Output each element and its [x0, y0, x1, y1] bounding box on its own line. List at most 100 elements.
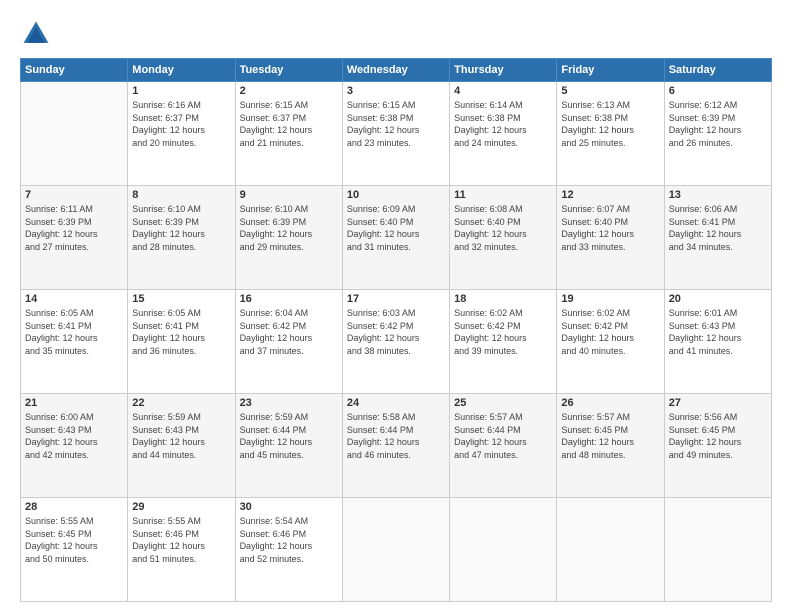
day-number: 19 [561, 293, 659, 305]
day-number: 29 [132, 501, 230, 513]
day-number: 14 [25, 293, 123, 305]
cell-content: Sunrise: 6:02 AM Sunset: 6:42 PM Dayligh… [561, 307, 659, 357]
cell-content: Sunrise: 6:00 AM Sunset: 6:43 PM Dayligh… [25, 411, 123, 461]
calendar-cell [450, 498, 557, 602]
week-row-4: 21 Sunrise: 6:00 AM Sunset: 6:43 PM Dayli… [21, 394, 772, 498]
calendar-cell: 2Sunrise: 6:15 AM Sunset: 6:37 PM Daylig… [235, 82, 342, 186]
day-header-monday: Monday [128, 59, 235, 82]
calendar-cell [557, 498, 664, 602]
cell-content: Sunrise: 5:58 AM Sunset: 6:44 PM Dayligh… [347, 411, 445, 461]
week-row-2: 7Sunrise: 6:11 AM Sunset: 6:39 PM Daylig… [21, 186, 772, 290]
day-number: 30 [240, 501, 338, 513]
cell-content: Sunrise: 6:15 AM Sunset: 6:38 PM Dayligh… [347, 99, 445, 149]
week-row-1: 1Sunrise: 6:16 AM Sunset: 6:37 PM Daylig… [21, 82, 772, 186]
calendar-cell: 24Sunrise: 5:58 AM Sunset: 6:44 PM Dayli… [342, 394, 449, 498]
calendar-cell: 26 Sunrise: 5:57 AM Sunset: 6:45 PM Dayli… [557, 394, 664, 498]
day-number: 20 [669, 293, 767, 305]
day-number: 10 [347, 189, 445, 201]
calendar-cell: 30 Sunrise: 5:54 AM Sunset: 6:46 PM Dayli… [235, 498, 342, 602]
calendar-cell: 12 Sunrise: 6:07 AM Sunset: 6:40 PM Dayli… [557, 186, 664, 290]
cell-content: Sunrise: 6:02 AM Sunset: 6:42 PM Dayligh… [454, 307, 552, 357]
cell-content: Sunrise: 6:09 AM Sunset: 6:40 PM Dayligh… [347, 203, 445, 253]
calendar-cell: 14 Sunrise: 6:05 AM Sunset: 6:41 PM Dayli… [21, 290, 128, 394]
calendar-cell: 4 Sunrise: 6:14 AM Sunset: 6:38 PM Daylig… [450, 82, 557, 186]
calendar-cell [664, 498, 771, 602]
calendar-cell: 16 Sunrise: 6:04 AM Sunset: 6:42 PM Dayli… [235, 290, 342, 394]
day-number: 1 [132, 85, 230, 97]
day-number: 23 [240, 397, 338, 409]
calendar-cell: 25Sunrise: 5:57 AM Sunset: 6:44 PM Dayli… [450, 394, 557, 498]
cell-content: Sunrise: 6:05 AM Sunset: 6:41 PM Dayligh… [132, 307, 230, 357]
day-number: 7 [25, 189, 123, 201]
day-number: 18 [454, 293, 552, 305]
day-header-friday: Friday [557, 59, 664, 82]
calendar-cell: 17Sunrise: 6:03 AM Sunset: 6:42 PM Dayli… [342, 290, 449, 394]
calendar-cell: 10 Sunrise: 6:09 AM Sunset: 6:40 PM Dayli… [342, 186, 449, 290]
day-number: 5 [561, 85, 659, 97]
calendar-cell: 7Sunrise: 6:11 AM Sunset: 6:39 PM Daylig… [21, 186, 128, 290]
calendar-table: SundayMondayTuesdayWednesdayThursdayFrid… [20, 58, 772, 602]
logo-icon [20, 18, 52, 50]
day-number: 11 [454, 189, 552, 201]
day-number: 16 [240, 293, 338, 305]
calendar-cell: 9 Sunrise: 6:10 AM Sunset: 6:39 PM Daylig… [235, 186, 342, 290]
header [20, 18, 772, 50]
day-number: 3 [347, 85, 445, 97]
cell-content: Sunrise: 6:06 AM Sunset: 6:41 PM Dayligh… [669, 203, 767, 253]
calendar-cell: 20 Sunrise: 6:01 AM Sunset: 6:43 PM Dayli… [664, 290, 771, 394]
day-header-tuesday: Tuesday [235, 59, 342, 82]
calendar-cell: 18 Sunrise: 6:02 AM Sunset: 6:42 PM Dayli… [450, 290, 557, 394]
day-number: 21 [25, 397, 123, 409]
day-header-saturday: Saturday [664, 59, 771, 82]
cell-content: Sunrise: 6:05 AM Sunset: 6:41 PM Dayligh… [25, 307, 123, 357]
cell-content: Sunrise: 6:04 AM Sunset: 6:42 PM Dayligh… [240, 307, 338, 357]
day-number: 8 [132, 189, 230, 201]
calendar-cell: 6 Sunrise: 6:12 AM Sunset: 6:39 PM Daylig… [664, 82, 771, 186]
calendar-cell: 22 Sunrise: 5:59 AM Sunset: 6:43 PM Dayli… [128, 394, 235, 498]
cell-content: Sunrise: 6:15 AM Sunset: 6:37 PM Dayligh… [240, 99, 338, 149]
calendar-cell: 23Sunrise: 5:59 AM Sunset: 6:44 PM Dayli… [235, 394, 342, 498]
cell-content: Sunrise: 6:10 AM Sunset: 6:39 PM Dayligh… [132, 203, 230, 253]
day-number: 13 [669, 189, 767, 201]
cell-content: Sunrise: 5:54 AM Sunset: 6:46 PM Dayligh… [240, 515, 338, 565]
cell-content: Sunrise: 6:01 AM Sunset: 6:43 PM Dayligh… [669, 307, 767, 357]
week-row-5: 28Sunrise: 5:55 AM Sunset: 6:45 PM Dayli… [21, 498, 772, 602]
calendar-cell: 28Sunrise: 5:55 AM Sunset: 6:45 PM Dayli… [21, 498, 128, 602]
cell-content: Sunrise: 6:07 AM Sunset: 6:40 PM Dayligh… [561, 203, 659, 253]
calendar-cell: 15 Sunrise: 6:05 AM Sunset: 6:41 PM Dayli… [128, 290, 235, 394]
logo [20, 18, 56, 50]
day-number: 27 [669, 397, 767, 409]
cell-content: Sunrise: 6:14 AM Sunset: 6:38 PM Dayligh… [454, 99, 552, 149]
calendar-cell: 5 Sunrise: 6:13 AM Sunset: 6:38 PM Daylig… [557, 82, 664, 186]
calendar-cell [342, 498, 449, 602]
calendar-cell: 8 Sunrise: 6:10 AM Sunset: 6:39 PM Daylig… [128, 186, 235, 290]
calendar-cell: 1Sunrise: 6:16 AM Sunset: 6:37 PM Daylig… [128, 82, 235, 186]
day-headers-row: SundayMondayTuesdayWednesdayThursdayFrid… [21, 59, 772, 82]
calendar-cell: 13 Sunrise: 6:06 AM Sunset: 6:41 PM Dayli… [664, 186, 771, 290]
calendar-cell [21, 82, 128, 186]
calendar-cell: 27 Sunrise: 5:56 AM Sunset: 6:45 PM Dayli… [664, 394, 771, 498]
cell-content: Sunrise: 6:13 AM Sunset: 6:38 PM Dayligh… [561, 99, 659, 149]
day-number: 15 [132, 293, 230, 305]
cell-content: Sunrise: 6:10 AM Sunset: 6:39 PM Dayligh… [240, 203, 338, 253]
day-number: 9 [240, 189, 338, 201]
day-header-wednesday: Wednesday [342, 59, 449, 82]
day-number: 6 [669, 85, 767, 97]
day-number: 28 [25, 501, 123, 513]
cell-content: Sunrise: 6:03 AM Sunset: 6:42 PM Dayligh… [347, 307, 445, 357]
cell-content: Sunrise: 5:59 AM Sunset: 6:43 PM Dayligh… [132, 411, 230, 461]
week-row-3: 14 Sunrise: 6:05 AM Sunset: 6:41 PM Dayli… [21, 290, 772, 394]
day-number: 26 [561, 397, 659, 409]
day-header-thursday: Thursday [450, 59, 557, 82]
day-number: 4 [454, 85, 552, 97]
calendar-cell: 19 Sunrise: 6:02 AM Sunset: 6:42 PM Dayli… [557, 290, 664, 394]
calendar-cell: 3 Sunrise: 6:15 AM Sunset: 6:38 PM Daylig… [342, 82, 449, 186]
cell-content: Sunrise: 6:12 AM Sunset: 6:39 PM Dayligh… [669, 99, 767, 149]
day-number: 12 [561, 189, 659, 201]
cell-content: Sunrise: 5:57 AM Sunset: 6:45 PM Dayligh… [561, 411, 659, 461]
calendar-cell: 11Sunrise: 6:08 AM Sunset: 6:40 PM Dayli… [450, 186, 557, 290]
day-number: 22 [132, 397, 230, 409]
cell-content: Sunrise: 5:56 AM Sunset: 6:45 PM Dayligh… [669, 411, 767, 461]
calendar-cell: 29Sunrise: 5:55 AM Sunset: 6:46 PM Dayli… [128, 498, 235, 602]
day-header-sunday: Sunday [21, 59, 128, 82]
